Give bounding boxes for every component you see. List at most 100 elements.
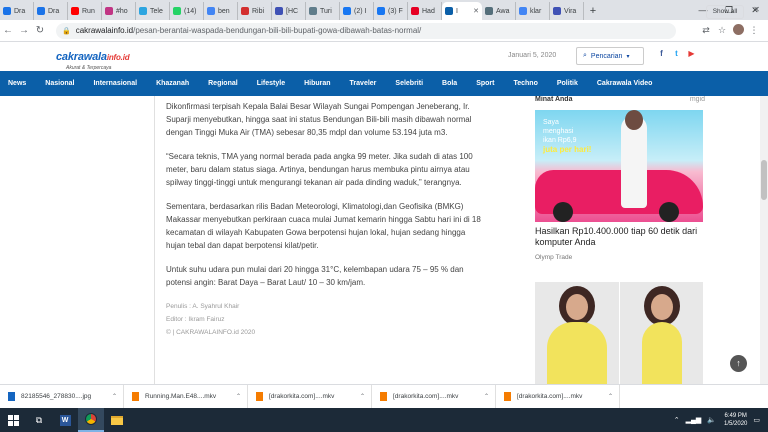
browser-tab[interactable]: (3) F — [374, 2, 408, 20]
profile-avatar[interactable] — [730, 24, 746, 37]
nav-item[interactable]: Techno — [513, 80, 537, 87]
download-item[interactable]: [drakorkita.com]....mkv ⌃ — [372, 384, 496, 409]
site-logo[interactable]: cakrawalainfo.id Akurat & Terpercaya — [56, 47, 130, 71]
scroll-to-top-button[interactable]: ↑ — [730, 355, 747, 372]
new-tab-button[interactable]: + — [584, 2, 602, 20]
wheel-shape — [659, 202, 679, 222]
browser-tab[interactable]: (14) — [170, 2, 204, 20]
chevron-up-icon[interactable]: ⌃ — [360, 393, 365, 400]
sidebar-heading: Minat Anda mgid — [535, 96, 705, 108]
download-item[interactable]: Running.Man.E48....mkv ⌃ — [124, 384, 248, 409]
download-filename: [drakorkita.com]....mkv — [269, 393, 335, 400]
windows-logo-icon — [7, 414, 19, 426]
tab-label: Run — [82, 7, 95, 15]
ad-line: menghasi — [543, 128, 574, 135]
tab-label: [HC — [286, 7, 299, 15]
address-bar: ← → ↻ 🔒 cakrawalainfo.id/pesan-berantai-… — [0, 20, 768, 42]
nav-item[interactable]: Hiburan — [304, 80, 330, 87]
site-search-button[interactable]: ⌕ Pencarian ▾ — [576, 47, 644, 65]
close-icon[interactable]: ✕ — [753, 5, 760, 14]
nav-item[interactable]: Lifestyle — [257, 80, 285, 87]
tab-label: #ho — [116, 7, 128, 15]
article-paragraph: Untuk suhu udara pun mulai dari 20 hingg… — [166, 265, 464, 287]
browser-tab[interactable]: Dra — [0, 2, 34, 20]
nav-item[interactable]: News — [8, 80, 26, 87]
download-item[interactable]: [drakorkita.com]....mkv ⌃ — [248, 384, 372, 409]
browser-tab[interactable]: (2) I — [340, 2, 374, 20]
network-icon[interactable]: ▂▄▆ — [686, 416, 702, 424]
browser-tab[interactable]: Ribi — [238, 2, 272, 20]
logo-text: cakrawala — [56, 51, 107, 63]
browser-tab[interactable]: Dra — [34, 2, 68, 20]
nav-item[interactable]: Regional — [208, 80, 238, 87]
nav-item[interactable]: Internasional — [93, 80, 137, 87]
nav-item[interactable]: Nasional — [45, 80, 74, 87]
download-filename: [drakorkita.com]....mkv — [517, 393, 583, 400]
download-item[interactable]: 82185546_278830....jpg ⌃ — [0, 384, 124, 409]
ad-line: Saya — [543, 119, 559, 126]
volume-icon[interactable]: 🔈 — [707, 416, 716, 424]
nav-item[interactable]: Traveler — [350, 80, 377, 87]
notification-icon[interactable]: ▭ — [753, 416, 760, 424]
twitter-icon[interactable]: t — [669, 49, 684, 58]
bookmark-star-icon[interactable]: ☆ — [714, 25, 730, 36]
show-all-downloads-button[interactable]: Show all — [706, 5, 744, 19]
browser-tab[interactable]: Awa — [482, 2, 516, 20]
word-app-icon[interactable]: W — [52, 408, 78, 432]
nav-item[interactable]: Selebriti — [395, 80, 423, 87]
browser-tab[interactable]: ben — [204, 2, 238, 20]
nav-item[interactable]: Bola — [442, 80, 457, 87]
browser-tab[interactable]: Tele — [136, 2, 170, 20]
download-item[interactable]: [drakorkita.com]....mkv ⌃ — [496, 384, 620, 409]
start-button[interactable] — [0, 408, 26, 432]
chrome-app-icon[interactable] — [78, 408, 104, 432]
chevron-up-icon[interactable]: ⌃ — [608, 393, 613, 400]
ad-image-car[interactable]: Saya menghasi ikan Rp6,9 juta per hari! — [535, 110, 703, 222]
wheel-shape — [553, 202, 573, 222]
close-tab-icon[interactable]: ✕ — [473, 7, 479, 15]
facebook-icon[interactable]: f — [654, 49, 669, 58]
chevron-up-icon[interactable]: ⌃ — [674, 416, 680, 424]
ad-overlay-text: Saya menghasi ikan Rp6,9 juta per hari! — [543, 118, 591, 155]
task-view-icon[interactable]: ⧉ — [26, 408, 52, 432]
tab-favicon-icon — [519, 7, 527, 15]
taskbar-clock[interactable]: 6:49 PM 1/5/2020 — [724, 412, 747, 428]
file-explorer-icon[interactable] — [104, 408, 130, 432]
page-scrollbar[interactable] — [760, 96, 768, 384]
logo-domain: info.id — [106, 53, 130, 62]
url-input[interactable]: 🔒 cakrawalainfo.id/pesan-berantai-waspad… — [56, 22, 676, 39]
reload-icon[interactable]: ↻ — [32, 25, 48, 36]
browser-tab[interactable]: [HC — [272, 2, 306, 20]
nav-item[interactable]: Cakrawala Video — [597, 80, 653, 87]
ad-source[interactable]: Olymp Trade — [535, 254, 572, 261]
browser-tab[interactable]: I ✕ — [442, 2, 482, 20]
back-icon[interactable]: ← — [0, 25, 16, 36]
ad-title-link[interactable]: Hasilkan Rp10.400.000 tiap 60 detik dari… — [535, 226, 703, 248]
browser-tab[interactable]: Vira — [550, 2, 584, 20]
mgid-logo[interactable]: mgid — [690, 96, 705, 103]
tab-favicon-icon — [37, 7, 45, 15]
forward-icon[interactable]: → — [16, 25, 32, 36]
nav-item[interactable]: Khazanah — [156, 80, 189, 87]
tab-favicon-icon — [445, 7, 453, 15]
download-filename: 82185546_278830....jpg — [21, 393, 92, 400]
clock-time: 6:49 PM — [724, 413, 747, 419]
browser-tab[interactable]: #ho — [102, 2, 136, 20]
nav-item[interactable]: Sport — [476, 80, 494, 87]
chevron-up-icon[interactable]: ⌃ — [112, 393, 117, 400]
chevron-up-icon[interactable]: ⌃ — [236, 393, 241, 400]
tab-favicon-icon — [71, 7, 79, 15]
ad-image-woman[interactable] — [535, 282, 703, 384]
chevron-up-icon[interactable]: ⌃ — [484, 393, 489, 400]
scrollbar-thumb[interactable] — [761, 160, 767, 200]
youtube-icon[interactable]: ▶ — [684, 49, 699, 58]
article-paragraph: “Secara teknis, TMA yang normal berada p… — [166, 152, 473, 187]
translate-icon[interactable]: ⇄ — [698, 25, 714, 36]
browser-tab[interactable]: Run — [68, 2, 102, 20]
browser-tab[interactable]: Turi — [306, 2, 340, 20]
nav-item[interactable]: Politik — [557, 80, 578, 87]
browser-tab[interactable]: Had — [408, 2, 442, 20]
article-paragraph: Dikonfirmasi terpisah Kepala Balai Besar… — [166, 102, 472, 137]
browser-tab[interactable]: klar — [516, 2, 550, 20]
menu-dots-icon[interactable]: ⋮ — [746, 25, 762, 36]
